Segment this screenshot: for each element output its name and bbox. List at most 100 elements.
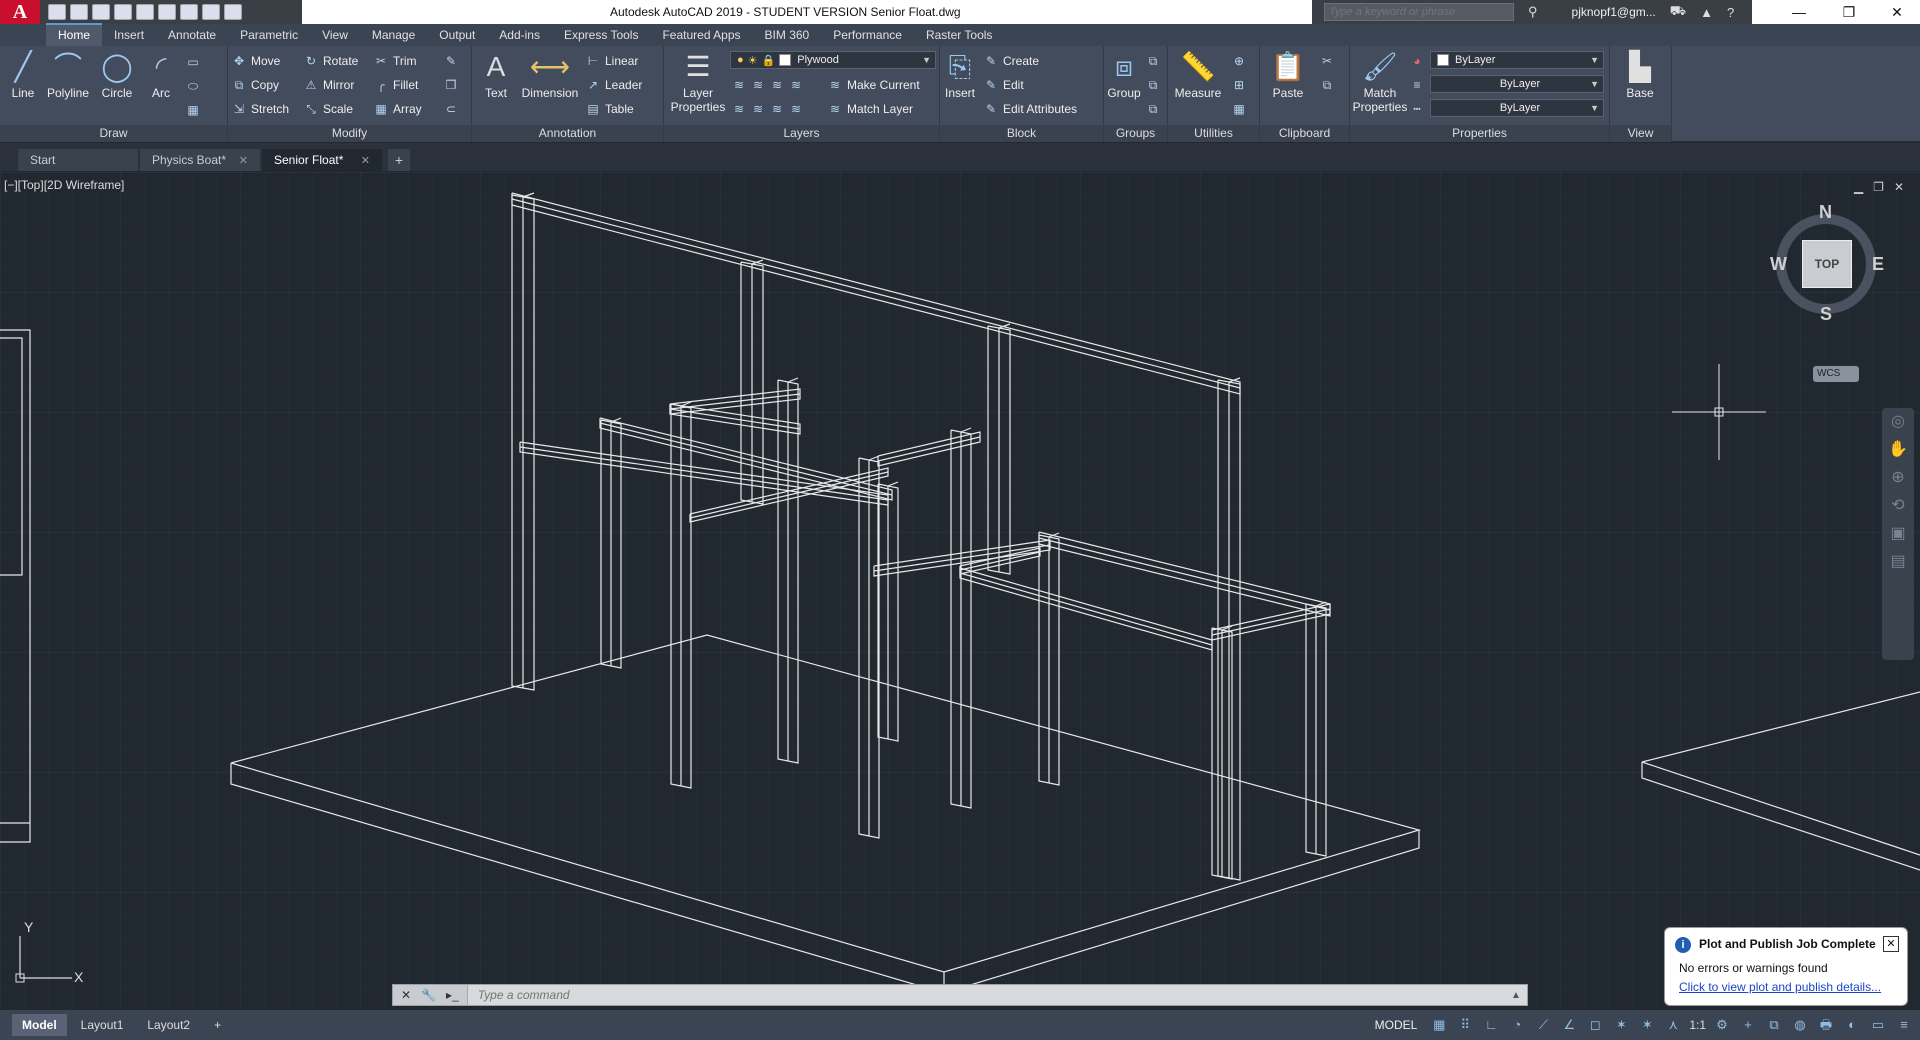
layer-tools-row-1[interactable]: ≋ ≋ ≋ ≋	[732, 75, 803, 95]
file-tab[interactable]: Physics Boat* ✕	[140, 149, 260, 171]
make-current-button[interactable]: ≋ Make Current	[828, 75, 920, 95]
edit-attributes-button[interactable]: ✎ Edit Attributes	[984, 99, 1077, 119]
save-web-icon[interactable]	[158, 4, 176, 20]
undo-icon[interactable]	[202, 4, 220, 20]
customize-icon[interactable]: 🔧	[421, 988, 436, 1002]
add-layout-button[interactable]: +	[204, 1014, 231, 1036]
command-input[interactable]	[467, 986, 1505, 1004]
linear-button[interactable]: ⊢ Linear	[586, 51, 639, 71]
ribbon-tab-insert[interactable]: Insert	[102, 25, 156, 46]
snap-icon[interactable]: ⠿	[1455, 1015, 1475, 1035]
circle-button[interactable]: ◯ Circle	[94, 50, 140, 100]
layout-tab-layout2[interactable]: Layout2	[137, 1014, 200, 1036]
layer-tools-row-2[interactable]: ≋ ≋ ≋ ≋	[732, 99, 803, 119]
close-tab-icon[interactable]: ✕	[361, 154, 370, 167]
quick-properties-icon[interactable]: ◍	[1790, 1015, 1810, 1035]
ribbon-tab-home[interactable]: Home	[46, 23, 103, 46]
user-account[interactable]: pjknopf1@gm...	[1572, 5, 1656, 19]
ribbon-tab-bim-360[interactable]: BIM 360	[753, 25, 822, 46]
arc-button[interactable]: ◜ Arc	[138, 50, 184, 100]
wcs-menu[interactable]: WCS	[1813, 366, 1859, 382]
customization-menu-icon[interactable]: ≡	[1894, 1015, 1914, 1035]
mirror-button[interactable]: ⚠ Mirror	[304, 75, 355, 95]
search-input[interactable]	[1324, 3, 1514, 21]
panel-title-annotation[interactable]: Annotation	[472, 125, 663, 142]
lineweight-button[interactable]: ≡	[1410, 75, 1424, 95]
open-web-icon[interactable]	[136, 4, 154, 20]
layer-properties-button[interactable]: ☰ Layer Properties	[668, 50, 728, 114]
viewcube-top-face[interactable]: TOP	[1802, 240, 1852, 288]
dimension-button[interactable]: ⟷ Dimension	[520, 50, 580, 100]
cut-button[interactable]: ✂	[1320, 51, 1334, 71]
file-tab[interactable]: Start	[18, 149, 138, 171]
model-space-toggle[interactable]: MODEL	[1369, 1018, 1424, 1032]
save-as-icon[interactable]	[114, 4, 132, 20]
panel-title-view[interactable]: View	[1610, 125, 1671, 142]
new-icon[interactable]	[48, 4, 66, 20]
annotation-scale-icon[interactable]: ⋏	[1663, 1015, 1683, 1035]
plot-status-icon[interactable]: 🖶	[1816, 1015, 1836, 1035]
color-dropdown[interactable]: ByLayer ▼	[1430, 51, 1604, 69]
match-properties-button[interactable]: 🖌 Match Properties	[1352, 50, 1408, 114]
offset-button[interactable]: ⊂	[444, 99, 458, 119]
ribbon-tab-express-tools[interactable]: Express Tools	[552, 25, 650, 46]
ribbon-tab-view[interactable]: View	[310, 25, 360, 46]
binoculars-icon[interactable]: ⚲	[1528, 4, 1538, 20]
panel-title-clipboard[interactable]: Clipboard	[1260, 125, 1349, 142]
table-button[interactable]: ▤ Table	[586, 99, 633, 119]
trim-button[interactable]: ✂ Trim	[374, 51, 417, 71]
hatch-button[interactable]: ▦	[186, 100, 200, 120]
object-snap-icon[interactable]: ◻	[1585, 1015, 1605, 1035]
polar-icon[interactable]: ◔	[1507, 1015, 1527, 1035]
group-button[interactable]: ⧈ Group	[1104, 50, 1144, 100]
copy-clip-button[interactable]: ⧉	[1320, 75, 1334, 95]
array-button[interactable]: ▦ Array	[374, 99, 421, 119]
panel-title-modify[interactable]: Modify	[228, 125, 471, 142]
notification-close-button[interactable]: ✕	[1883, 936, 1899, 952]
calculator-button[interactable]: ▦	[1232, 99, 1246, 119]
id-point-button[interactable]: ⊕	[1232, 51, 1246, 71]
panel-title-groups[interactable]: Groups	[1104, 125, 1167, 142]
layout-tab-model[interactable]: Model	[12, 1014, 67, 1036]
compass-south[interactable]: S	[1820, 304, 1832, 325]
grid-icon[interactable]: ▦	[1429, 1015, 1449, 1035]
ribbon-tab-performance[interactable]: Performance	[821, 25, 914, 46]
annotation-visibility-icon[interactable]: ✶	[1611, 1015, 1631, 1035]
workspace-gear-icon[interactable]: ⚙	[1712, 1015, 1732, 1035]
ribbon-tab-add-ins[interactable]: Add-ins	[487, 25, 552, 46]
compass-east[interactable]: E	[1872, 254, 1884, 275]
viewport-minimize-icon[interactable]: ▁	[1854, 180, 1863, 194]
save-icon[interactable]	[92, 4, 110, 20]
ribbon-tab-manage[interactable]: Manage	[360, 25, 427, 46]
panel-title-draw[interactable]: Draw	[0, 125, 227, 142]
annotation-scale-auto-icon[interactable]: ✶	[1637, 1015, 1657, 1035]
command-history-expand-icon[interactable]: ▲	[1505, 990, 1527, 1001]
close-command-icon[interactable]: ✕	[401, 988, 411, 1002]
insert-button[interactable]: ⎘ Insert	[940, 50, 980, 100]
fillet-button[interactable]: ╭ Fillet	[374, 75, 418, 95]
isolate-objects-icon[interactable]: ◐	[1842, 1015, 1862, 1035]
panel-title-properties[interactable]: Properties	[1350, 125, 1609, 142]
compass-north[interactable]: N	[1819, 202, 1832, 223]
rotate-button[interactable]: ↻ Rotate	[304, 51, 358, 71]
open-icon[interactable]	[70, 4, 88, 20]
color-wheel-button[interactable]: ◕	[1410, 51, 1424, 71]
application-menu-button[interactable]: A	[0, 0, 40, 24]
stretch-button[interactable]: ⇲ Stretch	[232, 99, 289, 119]
ribbon-tab-annotate[interactable]: Annotate	[156, 25, 228, 46]
layout-tab-layout1[interactable]: Layout1	[71, 1014, 134, 1036]
ribbon-tab-output[interactable]: Output	[427, 25, 487, 46]
compass-west[interactable]: W	[1770, 254, 1787, 275]
viewport-restore-icon[interactable]: ❐	[1873, 180, 1884, 194]
panel-title-block[interactable]: Block	[940, 125, 1103, 142]
lineweight-dropdown[interactable]: ByLayer ▼	[1430, 75, 1604, 93]
viewcube[interactable]: TOP N S W E	[1770, 202, 1884, 324]
base-button[interactable]: ▙ Base	[1618, 50, 1662, 100]
new-tab-button[interactable]: +	[388, 149, 410, 171]
layer-dropdown[interactable]: ● ☀ 🔒 Plywood ▼	[730, 51, 936, 69]
panel-title-layers[interactable]: Layers	[664, 125, 939, 142]
measure-button[interactable]: 📏 Measure	[1170, 50, 1226, 100]
ortho-icon[interactable]: ∟	[1481, 1015, 1501, 1035]
drawing-viewport[interactable]: [−][Top][2D Wireframe] ▁ ❐ ✕ TOP N S W E…	[0, 172, 1920, 1010]
line-button[interactable]: ╱ Line	[0, 50, 46, 100]
